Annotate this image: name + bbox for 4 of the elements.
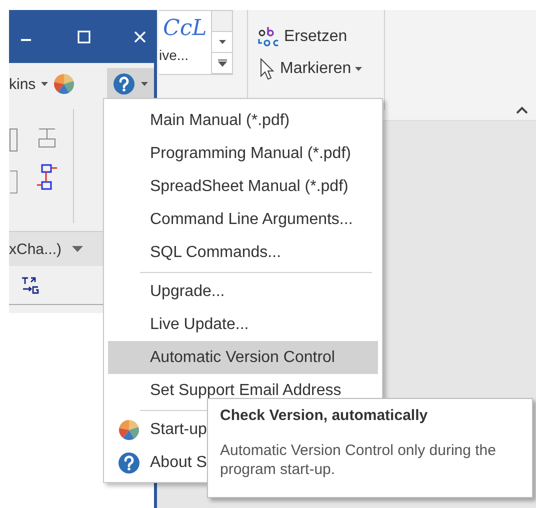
style-preview: CcL [162, 15, 208, 43]
tooltip-description: Automatic Version Control only during the program start-up. [220, 441, 497, 479]
tooltip-title: Check Version, automatically [220, 407, 429, 424]
style-caption: ive... [159, 47, 190, 63]
